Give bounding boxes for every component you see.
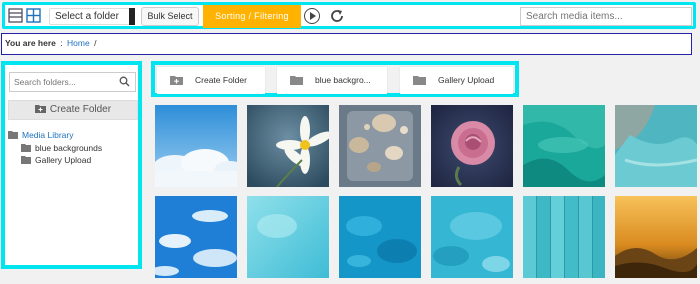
breadcrumb: You are here : Home /	[1, 33, 692, 55]
breadcrumb-home-link[interactable]: Home	[67, 38, 90, 48]
tree-item-label: Media Library	[22, 130, 74, 140]
media-thumbnail-seashells[interactable]	[339, 105, 421, 187]
folder-card-label: Create Folder	[195, 75, 247, 85]
play-icon[interactable]	[304, 8, 320, 24]
add-folder-icon	[34, 105, 46, 113]
folder-card-create-folder[interactable]: Create Folder	[157, 67, 265, 94]
folder-sidebar: Create Folder Media Library blue backgro…	[1, 61, 142, 269]
refresh-icon[interactable]	[329, 8, 345, 24]
search-media-input[interactable]	[520, 7, 692, 26]
tree-item-label: blue backgrounds	[35, 143, 103, 153]
folder-icon	[8, 131, 18, 139]
tree-item-media-library[interactable]: Media Library	[8, 130, 74, 141]
search-icon[interactable]	[119, 76, 130, 87]
media-thumbnail-watercolor[interactable]	[431, 196, 513, 278]
tree-item-gallery-upload[interactable]: Gallery Upload	[21, 155, 91, 166]
media-thumbnail-blue-sky[interactable]	[155, 196, 237, 278]
create-folder-button[interactable]: Create Folder	[8, 100, 138, 120]
bulk-select-button[interactable]: Bulk Select	[141, 7, 199, 26]
folder-card-label: Gallery Upload	[438, 75, 495, 85]
grid-view-icon[interactable]	[26, 8, 41, 23]
media-thumbnail-aqua-texture[interactable]	[247, 196, 329, 278]
folder-icon	[413, 76, 426, 85]
media-thumbnail-daffodil[interactable]	[247, 105, 329, 187]
media-thumbnail-clouds[interactable]	[155, 105, 237, 187]
folder-icon	[21, 144, 31, 152]
breadcrumb-colon: :	[60, 38, 63, 48]
folder-select[interactable]: Select a folder	[49, 8, 131, 25]
folder-icon	[21, 156, 31, 164]
media-thumbnail-wooden-planks[interactable]	[523, 196, 605, 278]
tree-item-label: Gallery Upload	[35, 155, 92, 165]
breadcrumb-prefix: You are here	[5, 38, 56, 48]
media-thumbnail-sea-shore[interactable]	[615, 105, 697, 187]
media-thumbnail-blue-water[interactable]	[339, 196, 421, 278]
create-folder-label: Create Folder	[49, 104, 112, 115]
media-thumbnail-rose[interactable]	[431, 105, 513, 187]
tree-item-blue-backgrounds[interactable]: blue backgrounds	[21, 143, 102, 154]
folder-select-caret[interactable]	[129, 8, 135, 25]
search-folders-input[interactable]	[9, 72, 136, 92]
add-folder-icon	[170, 76, 183, 85]
folder-card-label: blue backgro...	[315, 75, 371, 85]
folder-cards-bar: Create Folder blue backgro... Gallery Up…	[151, 61, 519, 97]
media-thumbnail-golden-forest[interactable]	[615, 196, 697, 278]
folder-icon	[290, 76, 303, 85]
sorting-filtering-button[interactable]: Sorting / Filtering	[203, 5, 301, 28]
folder-card-blue-backgrounds[interactable]: blue backgro...	[277, 67, 387, 94]
media-thumbnail-turquoise-sea[interactable]	[523, 105, 605, 187]
list-view-icon[interactable]	[8, 8, 23, 23]
breadcrumb-slash: /	[94, 38, 97, 48]
toolbar: Select a folder Bulk Select Sorting / Fi…	[2, 2, 696, 29]
folder-card-gallery-upload[interactable]: Gallery Upload	[400, 67, 513, 94]
